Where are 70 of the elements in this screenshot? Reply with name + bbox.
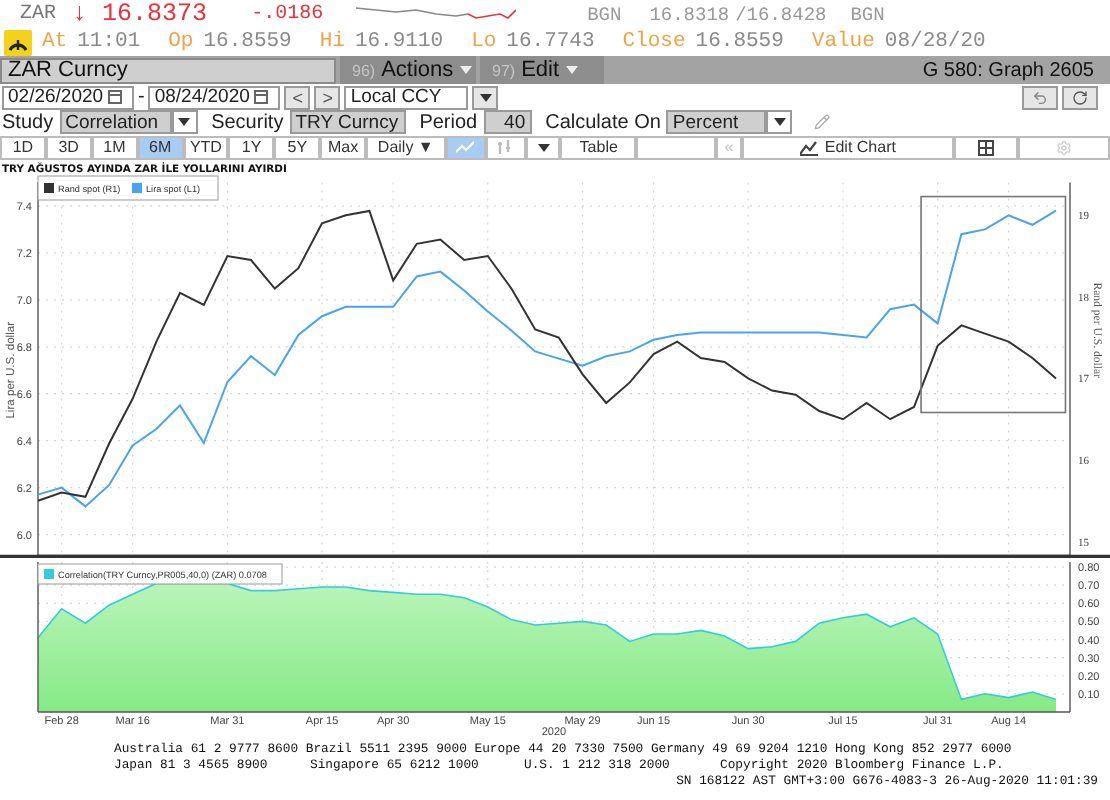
stat-label: Hi xyxy=(319,30,345,54)
table-button[interactable]: Table xyxy=(560,135,637,159)
stat-label: Op xyxy=(168,30,194,54)
period-tab[interactable]: 1M xyxy=(91,135,138,159)
stat-value: 16.9110 xyxy=(354,30,444,54)
period-tab[interactable]: 3D xyxy=(45,135,92,159)
caret-icon xyxy=(178,118,191,126)
dropdown-button[interactable] xyxy=(472,85,499,109)
stat-label: At xyxy=(42,30,68,54)
period-tab[interactable]: 1Y xyxy=(228,135,275,159)
security-field[interactable]: ZAR Curncy xyxy=(0,57,336,83)
field-label: Security xyxy=(211,111,284,133)
stat-label: Close xyxy=(622,30,686,54)
stat-label: Value xyxy=(811,30,875,54)
currency-select[interactable]: Local CCY xyxy=(344,85,469,109)
settings-icon xyxy=(1056,139,1073,155)
stat-label: Lo xyxy=(471,30,497,54)
caret-icon xyxy=(537,143,550,151)
field-label: Period xyxy=(419,111,478,133)
bid-price: 16.8318 xyxy=(649,3,730,25)
dropdown-button[interactable] xyxy=(766,110,793,134)
undo-icon xyxy=(1032,89,1048,105)
calendar-icon[interactable] xyxy=(253,90,268,104)
input-field[interactable]: TRY Curncy xyxy=(289,110,406,134)
period-tab[interactable]: YTD xyxy=(183,135,229,159)
ask-source: BGN xyxy=(850,3,885,25)
chart-edit-icon xyxy=(800,139,819,155)
gauge-icon[interactable] xyxy=(4,29,32,55)
dropdown-button[interactable] xyxy=(525,135,561,159)
period-tab[interactable]: Max xyxy=(320,135,366,159)
stat-value: 16.8559 xyxy=(203,30,292,54)
start-date-field[interactable]: 02/26/2020 xyxy=(2,85,134,109)
caret-icon xyxy=(565,66,578,74)
price-change: -.0186 xyxy=(251,3,324,25)
stat-value: 16.8559 xyxy=(695,30,784,54)
period-tab[interactable]: 6M xyxy=(137,135,183,159)
line-chart-icon xyxy=(456,140,475,154)
redo-icon xyxy=(1072,89,1088,105)
bid-source: BGN xyxy=(587,3,622,25)
next-button[interactable]: > xyxy=(314,85,341,109)
stat-value: 08/28/20 xyxy=(884,30,986,54)
period-tab[interactable]: 5Y xyxy=(274,135,321,159)
previous-button[interactable]: < xyxy=(284,85,311,109)
field-label: Calculate On xyxy=(545,111,661,133)
edit-chart-button[interactable]: Edit Chart xyxy=(741,135,955,159)
calendar-icon[interactable] xyxy=(107,90,122,104)
last-price: ↓ 16.8373 xyxy=(72,0,208,28)
redo-button[interactable] xyxy=(1062,85,1098,109)
caret-icon xyxy=(479,93,492,101)
date-separator: - xyxy=(138,86,145,108)
field-label: Study xyxy=(2,111,54,133)
period-tab[interactable]: 1D xyxy=(0,135,46,159)
chart-options-button[interactable] xyxy=(954,135,1019,159)
stat-value: 16.7743 xyxy=(506,30,595,54)
undo-button[interactable] xyxy=(1022,85,1058,109)
select-field[interactable]: Percent xyxy=(666,110,767,134)
dropdown-button[interactable] xyxy=(171,110,198,134)
caret-icon xyxy=(773,118,786,126)
select-field[interactable]: Correlation xyxy=(59,110,172,134)
page-title: G 580: Graph 2605 xyxy=(922,59,1094,81)
caret-icon xyxy=(459,66,472,74)
stat-value: 11:01 xyxy=(77,30,141,54)
ask-price: /16.8428 xyxy=(735,3,827,25)
ticker-symbol: ZAR xyxy=(20,3,57,25)
number-field[interactable]: 40 xyxy=(483,110,532,134)
grid-icon xyxy=(978,139,995,155)
frequency-select[interactable]: Daily ▼ xyxy=(366,135,446,159)
bar-chart-icon xyxy=(498,140,513,154)
end-date-field[interactable]: 08/24/2020 xyxy=(148,85,281,109)
toolbar-slot xyxy=(636,135,717,159)
